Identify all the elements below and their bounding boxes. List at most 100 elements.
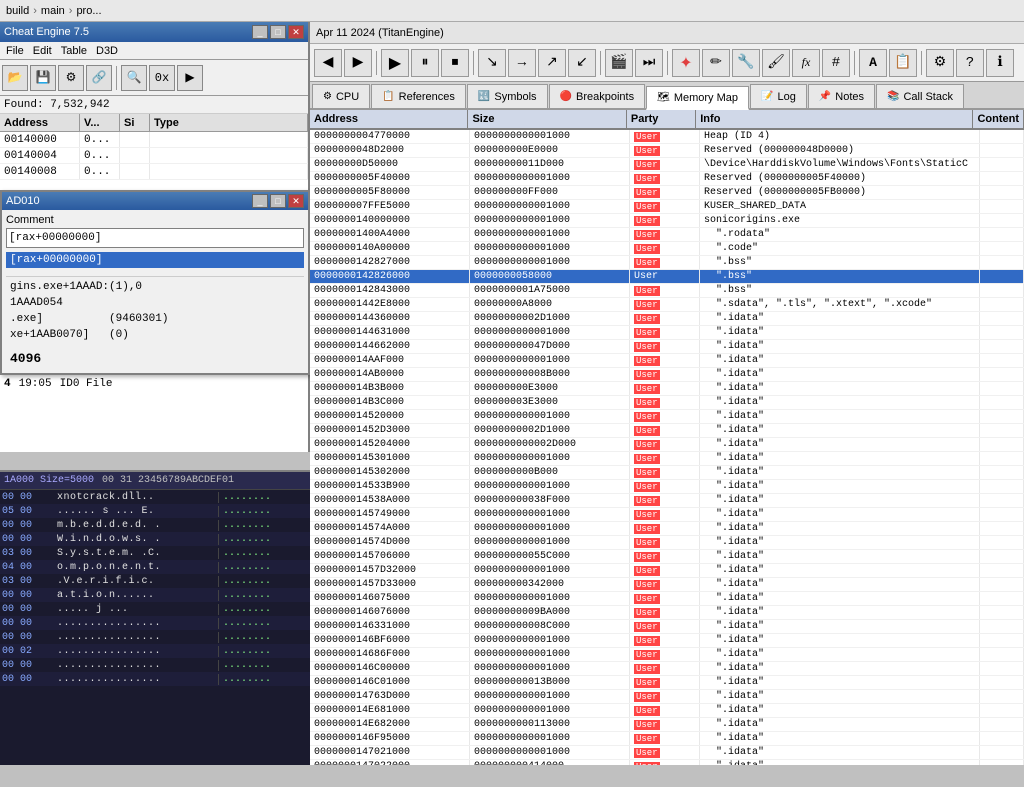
tb-about[interactable]: ℹ — [986, 49, 1014, 77]
ce-tb-scan[interactable]: 🔍 — [121, 65, 147, 91]
breadcrumb-build[interactable]: build — [6, 5, 29, 17]
mm-row[interactable]: 0000000147022000 000000000414000 User ".… — [310, 760, 1024, 765]
mm-row[interactable]: 0000000145301000 0000000000001000 User "… — [310, 452, 1024, 466]
mm-row[interactable]: 000000014538A000 000000000038F000 User "… — [310, 494, 1024, 508]
mm-row[interactable]: 000000014E682000 0000000000113000 User "… — [310, 718, 1024, 732]
mm-row[interactable]: 000000014574A000 0000000000001000 User "… — [310, 522, 1024, 536]
ce-tb-save[interactable]: 💾 — [30, 65, 56, 91]
mm-row[interactable]: 000000014B3C000 000000003E3000 User ".id… — [310, 396, 1024, 410]
tb-step-into[interactable]: ↘ — [478, 49, 506, 77]
mm-row[interactable]: 0000000146076000 00000000009BA000 User "… — [310, 606, 1024, 620]
ce-tb-run[interactable]: ▶ — [177, 65, 203, 91]
tab-cpu[interactable]: ⚙ CPU — [312, 84, 370, 108]
tb-stop[interactable]: ⏹ — [441, 49, 469, 77]
mm-row[interactable]: 0000000005F40000 0000000000001000 User R… — [310, 172, 1024, 186]
sub-maximize[interactable]: □ — [270, 194, 286, 208]
mm-row[interactable]: 0000000146BF6000 0000000000001000 User "… — [310, 634, 1024, 648]
tab-symbols[interactable]: 🔣 Symbols — [467, 84, 548, 108]
tb-pencil[interactable]: ✏ — [702, 49, 730, 77]
address-table-row[interactable]: 00140008 0... — [0, 164, 308, 180]
mm-row[interactable]: 0000000146F95000 0000000000001000 User "… — [310, 732, 1024, 746]
tab-references[interactable]: 📋 References — [371, 84, 466, 108]
mm-row[interactable]: 00000001452D3000 00000000002D1000 User "… — [310, 424, 1024, 438]
ce-menu-d3d[interactable]: D3D — [92, 44, 122, 58]
ce-menu-edit[interactable]: Edit — [29, 44, 56, 58]
tab-notes[interactable]: 📌 Notes — [808, 84, 875, 108]
mm-row[interactable]: 0000000004770000 0000000000001000 User H… — [310, 130, 1024, 144]
tb-step-over[interactable]: → — [508, 49, 536, 77]
tb-help[interactable]: ? — [956, 49, 984, 77]
tb-brush[interactable]: 🖌 — [762, 49, 790, 77]
ce-minimize-btn[interactable]: _ — [252, 25, 268, 39]
tb-font-a[interactable]: A — [859, 49, 887, 77]
mm-row[interactable]: 000000014520000 0000000000001000 User ".… — [310, 410, 1024, 424]
comment-input[interactable] — [6, 228, 304, 248]
tb-run[interactable]: ▶ — [381, 49, 409, 77]
tb-step-back[interactable]: ↙ — [568, 49, 596, 77]
mm-row[interactable]: 0000000144631000 0000000000001000 User "… — [310, 326, 1024, 340]
mm-row[interactable]: 000000014574D000 0000000000001000 User "… — [310, 536, 1024, 550]
ce-tb-settings[interactable]: ⚙ — [58, 65, 84, 91]
mm-row[interactable]: 0000000048D2000 000000000E0000 User Rese… — [310, 144, 1024, 158]
tb-until[interactable]: ⏭ — [635, 49, 663, 77]
mm-row[interactable]: 0000000140000000 0000000000001000 User s… — [310, 214, 1024, 228]
mm-row[interactable]: 000000014AB0000 000000000008B000 User ".… — [310, 368, 1024, 382]
mm-row[interactable]: 00000001457D33000 000000000342000 User "… — [310, 578, 1024, 592]
mm-row[interactable]: 000000014686F000 0000000000001000 User "… — [310, 648, 1024, 662]
mm-row[interactable]: 0000000140A00000 0000000000001000 User "… — [310, 242, 1024, 256]
tb-highlight[interactable]: ✦ — [672, 49, 700, 77]
mm-row[interactable]: 0000000144662000 000000000047D000 User "… — [310, 340, 1024, 354]
tb-patch[interactable]: 🔧 — [732, 49, 760, 77]
breadcrumb-pro[interactable]: pro... — [76, 5, 101, 17]
tab-call-stack[interactable]: 📚 Call Stack — [876, 84, 964, 108]
tb-back[interactable]: ◀ — [314, 49, 342, 77]
mm-row[interactable]: 0000000146331000 000000000008C000 User "… — [310, 620, 1024, 634]
mm-row[interactable]: 0000000145749000 0000000000001000 User "… — [310, 508, 1024, 522]
mm-row[interactable]: 000000014763D000 0000000000001000 User "… — [310, 690, 1024, 704]
tb-pause[interactable]: ⏸ — [411, 49, 439, 77]
mm-row[interactable]: 0000000146C00000 0000000000001000 User "… — [310, 662, 1024, 676]
tb-hash[interactable]: # — [822, 49, 850, 77]
ce-tb-hex[interactable]: 0x — [149, 65, 175, 91]
mm-row[interactable]: 0000000146075000 0000000000001000 User "… — [310, 592, 1024, 606]
address-table-row[interactable]: 00140000 0... — [0, 132, 308, 148]
tab-memory-map[interactable]: 🗺 Memory Map — [646, 86, 749, 110]
mm-row[interactable]: 0000000147021000 0000000000001000 User "… — [310, 746, 1024, 760]
tb-step-out[interactable]: ↗ — [538, 49, 566, 77]
mm-row[interactable]: 0000000142843000 0000000001A75000 User "… — [310, 284, 1024, 298]
ce-maximize-btn[interactable]: □ — [270, 25, 286, 39]
ce-menu-table[interactable]: Table — [57, 44, 91, 58]
mm-row[interactable]: 0000000144360000 00000000002D1000 User "… — [310, 312, 1024, 326]
tb-copy[interactable]: 📋 — [889, 49, 917, 77]
mm-row[interactable]: 0000000142827000 0000000000001000 User "… — [310, 256, 1024, 270]
mm-row[interactable]: 00000001400A4000 0000000000001000 User "… — [310, 228, 1024, 242]
mm-row-selected[interactable]: 0000000142826000 0000000058000 User ".bs… — [310, 270, 1024, 284]
mm-row[interactable]: 0000000145302000 0000000000B000 User ".i… — [310, 466, 1024, 480]
mm-row[interactable]: 00000001457D32000 0000000000001000 User … — [310, 564, 1024, 578]
mm-row[interactable]: 000000014533B900 0000000000001000 User "… — [310, 480, 1024, 494]
sub-minimize[interactable]: _ — [252, 194, 268, 208]
ce-tb-open[interactable]: 📂 — [2, 65, 28, 91]
mm-row[interactable]: 00000000D50000 00000000011D000 User \Dev… — [310, 158, 1024, 172]
mm-row[interactable]: 000000014AAF000 0000000000001000 User ".… — [310, 354, 1024, 368]
address-table-row[interactable]: 00140004 0... — [0, 148, 308, 164]
mm-row[interactable]: 0000000145706000 000000000055C000 User "… — [310, 550, 1024, 564]
mm-row[interactable]: 000000014B3B000 000000000E3000 User ".id… — [310, 382, 1024, 396]
mm-row[interactable]: 00000001442E8000 00000000A8000 User ".sd… — [310, 298, 1024, 312]
mm-row[interactable]: 0000000005F80000 000000000FF000 User Res… — [310, 186, 1024, 200]
tb-settings2[interactable]: ⚙ — [926, 49, 954, 77]
ce-menu-file[interactable]: File — [2, 44, 28, 58]
tb-forward[interactable]: ▶ — [344, 49, 372, 77]
mm-row[interactable]: 0000000146C01000 000000000013B000 User "… — [310, 676, 1024, 690]
sub-close[interactable]: ✕ — [288, 194, 304, 208]
mm-row[interactable]: 000000007FFE5000 0000000000001000 User K… — [310, 200, 1024, 214]
tab-log[interactable]: 📝 Log — [750, 84, 807, 108]
ce-tb-attach[interactable]: 🔗 — [86, 65, 112, 91]
ce-close-btn[interactable]: ✕ — [288, 25, 304, 39]
tb-fx[interactable]: fx — [792, 49, 820, 77]
tab-breakpoints[interactable]: 🔴 Breakpoints — [549, 84, 646, 108]
breadcrumb-main[interactable]: main — [41, 5, 65, 17]
mm-row[interactable]: 000000014E681000 0000000000001000 User "… — [310, 704, 1024, 718]
mm-row[interactable]: 0000000145204000 0000000000002D000 User … — [310, 438, 1024, 452]
tb-animate[interactable]: 🎬 — [605, 49, 633, 77]
